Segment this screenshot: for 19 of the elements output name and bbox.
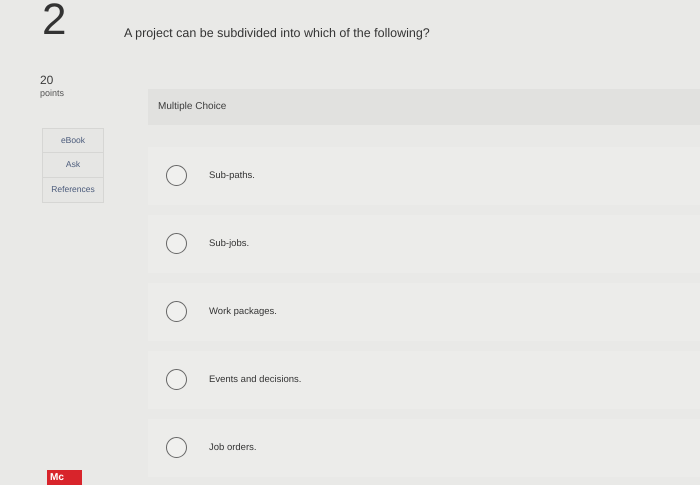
option-label: Sub-jobs.: [209, 236, 250, 251]
radio-button[interactable]: [166, 369, 187, 390]
tool-button[interactable]: References: [43, 178, 103, 202]
radio-button[interactable]: [166, 437, 187, 458]
question-text: A project can be subdivided into which of the following?: [124, 25, 431, 42]
question-number: 2: [42, 0, 68, 42]
publisher-logo: Mc: [47, 470, 82, 485]
radio-button[interactable]: [166, 233, 187, 254]
tool-button[interactable]: Ask: [43, 153, 103, 178]
option-label: Events and decisions.: [209, 372, 302, 387]
radio-button[interactable]: [166, 301, 187, 322]
tool-button[interactable]: eBook: [43, 128, 103, 154]
option-label: Sub-paths.: [209, 168, 255, 183]
points-value: 20: [40, 74, 54, 88]
radio-button[interactable]: [166, 165, 187, 186]
option-label: Job orders.: [209, 440, 257, 455]
points-label: points: [40, 87, 66, 100]
option-label: Work packages.: [209, 304, 277, 319]
question-type-label: Multiple Choice: [158, 100, 226, 112]
